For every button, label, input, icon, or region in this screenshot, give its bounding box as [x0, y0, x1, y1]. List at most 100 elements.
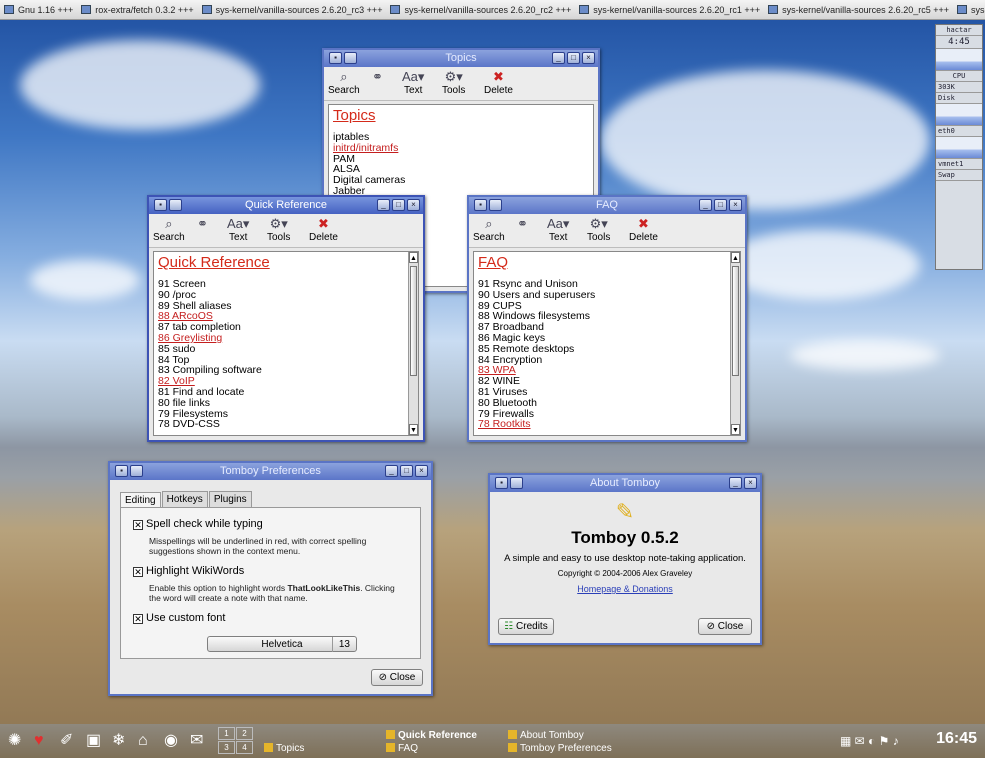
minimize-icon[interactable]: _	[385, 465, 398, 477]
task-topics[interactable]: Topics	[264, 743, 304, 754]
news-item[interactable]: Gnu 1.16 +++	[4, 5, 77, 15]
search-button[interactable]: ⌕ Search	[473, 216, 505, 244]
news-item[interactable]: rox-extra/fetch 0.3.2 +++	[81, 5, 197, 15]
scrollbar-thumb[interactable]	[732, 266, 739, 376]
minimize-icon[interactable]: _	[377, 199, 390, 211]
note-link[interactable]: 78 Rootkits	[478, 419, 722, 430]
close-icon[interactable]: ×	[415, 465, 428, 477]
editor-icon[interactable]: ✐	[60, 732, 73, 750]
link-button[interactable]: ⚭	[197, 216, 208, 232]
note-body[interactable]: FAQ 91 Rsync and Unison 90 Users and supe…	[473, 251, 741, 436]
homepage-link[interactable]: Homepage & Donations	[490, 584, 760, 594]
task-quick-reference[interactable]: Quick Reference	[386, 730, 477, 741]
scrollbar-thumb[interactable]	[410, 266, 417, 376]
sticky-icon[interactable]	[169, 199, 182, 211]
font-picker-button[interactable]: Helvetica 13	[207, 636, 357, 652]
about-titlebar[interactable]: ▪ About Tomboy _ ×	[490, 475, 760, 492]
sticky-icon[interactable]	[510, 477, 523, 489]
maximize-icon[interactable]: □	[714, 199, 727, 211]
maximize-icon[interactable]: □	[400, 465, 413, 477]
search-icon: ⌕	[165, 216, 173, 231]
maximize-icon[interactable]: □	[567, 52, 580, 64]
clock[interactable]: 16:45	[936, 730, 977, 748]
pager-desktop-3[interactable]: 3	[218, 741, 235, 754]
scroll-up-icon[interactable]: ▲	[731, 252, 740, 263]
kde-menu-icon[interactable]: ✺	[8, 732, 21, 750]
close-button[interactable]: ⊘ Close	[698, 618, 752, 635]
web-browser-icon[interactable]: ◉	[164, 732, 178, 750]
task-about-tomboy[interactable]: About Tomboy	[508, 730, 584, 741]
text-menu-button[interactable]: Aa▾ Text	[227, 216, 249, 244]
delete-button[interactable]: ✖ Delete	[309, 216, 338, 244]
close-icon[interactable]: ×	[744, 477, 757, 489]
close-icon[interactable]: ×	[407, 199, 420, 211]
task-faq[interactable]: FAQ	[386, 743, 418, 754]
delete-button[interactable]: ✖ Delete	[629, 216, 658, 244]
link-button[interactable]: ⚭	[517, 216, 528, 232]
scroll-up-icon[interactable]: ▲	[409, 252, 418, 263]
tools-menu-button[interactable]: ⚙▾ Tools	[267, 216, 290, 244]
spell-check-checkbox[interactable]: ✕ Spell check while typing	[133, 518, 408, 530]
note-toolbar: ⌕ Search ⚭ Aa▾ Text ⚙▾ Tools ✖ Delete	[149, 214, 423, 248]
vertical-scrollbar[interactable]: ▲ ▼	[730, 252, 740, 435]
window-menu-icon[interactable]: ▪	[115, 465, 128, 477]
home-folder-icon[interactable]: ⌂	[138, 732, 148, 750]
text-menu-button[interactable]: Aa▾ Text	[547, 216, 569, 244]
wikiwords-checkbox[interactable]: ✕ Highlight WikiWords	[133, 565, 408, 577]
window-menu-icon[interactable]: ▪	[154, 199, 167, 211]
search-button[interactable]: ⌕ Search	[153, 216, 185, 244]
topics-titlebar[interactable]: ▪ Topics _ □ ×	[324, 50, 598, 67]
minimize-icon[interactable]: _	[729, 477, 742, 489]
tools-menu-button[interactable]: ⚙▾ Tools	[587, 216, 610, 244]
minimize-icon[interactable]: _	[699, 199, 712, 211]
quick-reference-titlebar[interactable]: ▪ Quick Reference _ □ ×	[149, 197, 423, 214]
favorites-heart-icon[interactable]: ♥	[34, 732, 44, 750]
tab-editing[interactable]: Editing	[120, 492, 161, 508]
delete-icon: ✖	[318, 216, 329, 231]
close-icon[interactable]: ×	[582, 52, 595, 64]
tab-hotkeys[interactable]: Hotkeys	[161, 491, 208, 507]
news-item[interactable]: sys-kernel/vanilla-sources 2.6.20_rc2 ++…	[390, 5, 575, 15]
search-button[interactable]: ⌕ Search	[328, 69, 360, 97]
maximize-icon[interactable]: □	[392, 199, 405, 211]
sticky-icon[interactable]	[344, 52, 357, 64]
close-button[interactable]: ⊘ Close	[371, 669, 423, 686]
spell-check-description: Misspellings will be underlined in red, …	[149, 536, 367, 556]
task-tomboy-preferences[interactable]: Tomboy Preferences	[508, 743, 612, 754]
network-icon[interactable]: ❄	[112, 732, 125, 750]
note-link[interactable]: initrd/initramfs	[333, 142, 575, 154]
news-item[interactable]: sys-kernel/vanilla-sourc	[956, 5, 985, 15]
pager-desktop-1[interactable]: 1	[218, 727, 235, 740]
mail-icon[interactable]: ✉	[190, 732, 203, 750]
pager-desktop-4[interactable]: 4	[236, 741, 253, 754]
news-item[interactable]: sys-kernel/vanilla-sources 2.6.20_rc5 ++…	[768, 5, 953, 15]
minimize-icon[interactable]: _	[552, 52, 565, 64]
sticky-icon[interactable]	[489, 199, 502, 211]
scroll-down-icon[interactable]: ▼	[409, 424, 418, 435]
tools-menu-button[interactable]: ⚙▾ Tools	[442, 69, 465, 97]
sticky-icon[interactable]	[130, 465, 143, 477]
link-icon: ⚭	[372, 69, 383, 84]
preferences-titlebar[interactable]: ▪ Tomboy Preferences _ □ ×	[110, 463, 431, 480]
faq-titlebar[interactable]: ▪ FAQ _ □ ×	[469, 197, 745, 214]
vertical-scrollbar[interactable]: ▲ ▼	[408, 252, 418, 435]
news-item[interactable]: sys-kernel/vanilla-sources 2.6.20_rc1 ++…	[579, 5, 764, 15]
news-item[interactable]: sys-kernel/vanilla-sources 2.6.20_rc3 ++…	[201, 5, 387, 15]
package-icon	[4, 5, 14, 14]
pager-desktop-2[interactable]: 2	[236, 727, 253, 740]
note-body[interactable]: Quick Reference 91 Screen 90 /proc 89 Shel…	[153, 251, 419, 436]
custom-font-checkbox[interactable]: ✕ Use custom font	[133, 612, 408, 624]
window-menu-icon[interactable]: ▪	[495, 477, 508, 489]
link-button[interactable]: ⚭	[372, 69, 383, 85]
tomboy-note-icon	[508, 743, 517, 752]
window-menu-icon[interactable]: ▪	[329, 52, 342, 64]
terminal-icon[interactable]: ▣	[86, 732, 101, 750]
text-menu-button[interactable]: Aa▾ Text	[402, 69, 424, 97]
close-icon[interactable]: ×	[729, 199, 742, 211]
system-tray-icons[interactable]: ▦ ✉ ◐ ⚑ ♪	[840, 732, 899, 750]
delete-button[interactable]: ✖ Delete	[484, 69, 513, 97]
tab-plugins[interactable]: Plugins	[208, 491, 252, 507]
scroll-down-icon[interactable]: ▼	[731, 424, 740, 435]
window-menu-icon[interactable]: ▪	[474, 199, 487, 211]
credits-button[interactable]: ☷ Credits	[498, 618, 554, 635]
